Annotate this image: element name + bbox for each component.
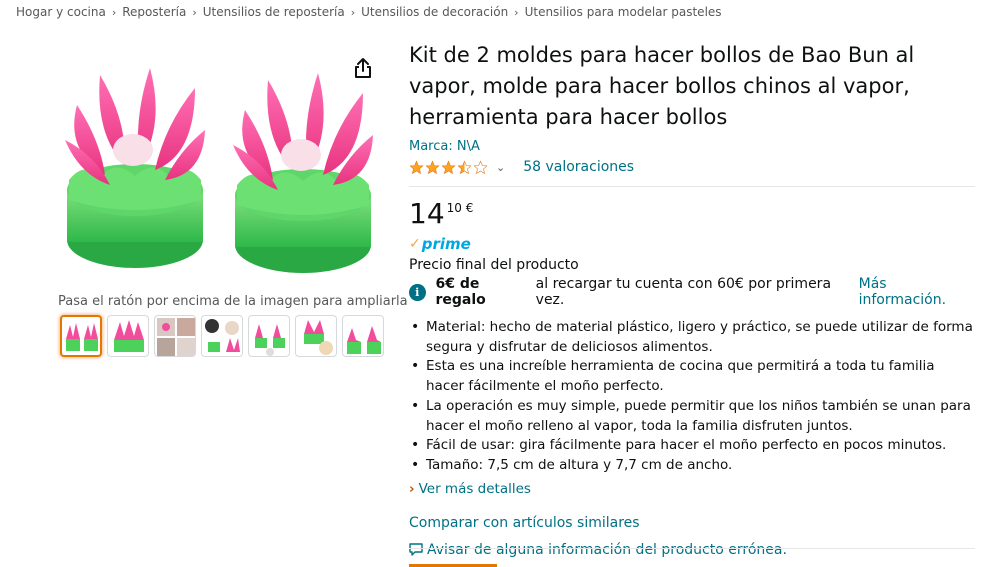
compare-similar-link[interactable]: Comparar con artículos similares xyxy=(409,515,975,531)
price: 14 10 € xyxy=(409,199,975,229)
promo-more-info-link[interactable]: Más información. xyxy=(859,276,975,308)
product-details: Kit de 2 moldes para hacer bollos de Bao… xyxy=(409,40,975,558)
chat-bubble-icon xyxy=(409,543,423,556)
see-more-label: Ver más detalles xyxy=(418,480,531,497)
main-product-image[interactable] xyxy=(55,40,385,280)
prime-label: prime xyxy=(421,235,471,253)
product-title: Kit de 2 moldes para hacer bollos de Bao… xyxy=(409,43,915,129)
breadcrumb-item-utensilios-decoracion[interactable]: Utensilios de decoración xyxy=(361,5,508,19)
feature-bullets: Material: hecho de material plástico, li… xyxy=(409,318,975,476)
promo-banner: i 6€ de regalo al recargar tu cuenta con… xyxy=(409,276,975,308)
thumbnail-3[interactable] xyxy=(154,315,196,357)
brand-link[interactable]: Marca: N\A xyxy=(409,139,975,154)
feature-bullet: Fácil de usar: gira fácilmente para hace… xyxy=(409,436,975,456)
report-incorrect-info-link[interactable]: Avisar de alguna información del product… xyxy=(409,542,975,558)
thumbnail-7[interactable] xyxy=(342,315,384,357)
thumbnail-4[interactable] xyxy=(201,315,243,357)
star-full-icon xyxy=(409,159,424,174)
star-full-icon xyxy=(441,159,456,174)
prime-check-icon: ✓ xyxy=(409,236,421,252)
breadcrumb-separator: › xyxy=(192,5,197,19)
price-whole: 14 xyxy=(409,197,445,230)
thumbnail-5[interactable] xyxy=(248,315,290,357)
breadcrumb-item-utensilios-reposteria[interactable]: Utensilios de repostería xyxy=(203,5,345,19)
breadcrumb-item-utensilios-modelar[interactable]: Utensilios para modelar pasteles xyxy=(525,5,722,19)
breadcrumb: Hogar y cocina › Repostería › Utensilios… xyxy=(16,5,722,19)
price-fraction: 10 € xyxy=(446,201,474,215)
share-button[interactable] xyxy=(344,52,382,84)
feature-bullet: Material: hecho de material plástico, li… xyxy=(409,318,975,357)
feature-bullet: Esta es una increíble herramienta de coc… xyxy=(409,357,975,396)
feature-bullet: La operación es muy simple, puede permit… xyxy=(409,397,975,436)
rating-row: ⌄ 58 valoraciones xyxy=(409,157,975,177)
thumbnail-1[interactable] xyxy=(60,315,102,357)
breadcrumb-item-reposteria[interactable]: Repostería xyxy=(122,5,186,19)
star-full-icon xyxy=(425,159,440,174)
chevron-right-icon: › xyxy=(409,480,415,497)
final-price-label: Precio final del producto xyxy=(409,257,579,273)
star-rating[interactable] xyxy=(409,159,488,175)
ratings-count-link[interactable]: 58 valoraciones xyxy=(523,159,634,175)
breadcrumb-separator: › xyxy=(350,5,356,19)
breadcrumb-separator: › xyxy=(514,5,519,19)
promo-bold: 6€ de regalo xyxy=(435,276,486,308)
breadcrumb-separator: › xyxy=(111,5,117,19)
thumbnail-6[interactable] xyxy=(295,315,337,357)
see-more-details-link[interactable]: › Ver más detalles xyxy=(409,481,975,497)
divider xyxy=(409,186,975,187)
thumbnail-2[interactable] xyxy=(107,315,149,357)
star-half-icon xyxy=(457,159,472,174)
zoom-hint: Pasa el ratón por encima de la imagen pa… xyxy=(58,294,408,309)
chevron-down-icon[interactable]: ⌄ xyxy=(496,161,505,174)
info-icon: i xyxy=(409,283,426,301)
report-label: Avisar de alguna información del product… xyxy=(427,541,787,558)
share-icon xyxy=(355,58,371,78)
thumbnail-strip xyxy=(60,315,384,357)
star-empty-icon xyxy=(473,159,488,174)
section-divider xyxy=(409,548,975,549)
feature-bullet: Tamaño: 7,5 cm de altura y 7,7 cm de anc… xyxy=(409,456,975,476)
prime-badge: ✓ prime xyxy=(409,235,975,253)
breadcrumb-item-hogar[interactable]: Hogar y cocina xyxy=(16,5,106,19)
promo-text: al recargar tu cuenta con 60€ por primer… xyxy=(535,276,832,308)
